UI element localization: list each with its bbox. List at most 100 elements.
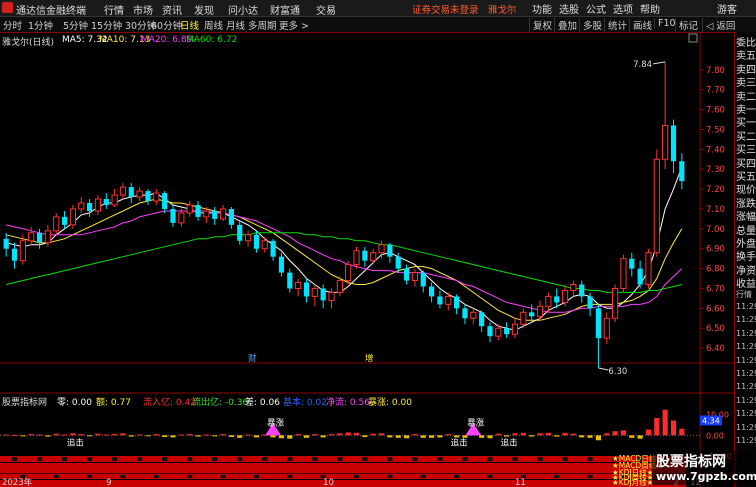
guest-label[interactable]: 游客 bbox=[717, 1, 737, 16]
increase-marker: 增 bbox=[365, 353, 374, 364]
menu-select-stock[interactable]: 选股 bbox=[559, 1, 579, 16]
ma-line-ma5 bbox=[6, 167, 683, 331]
tool-draw-line[interactable]: 画线 bbox=[629, 18, 652, 32]
stock-name-title: 雅戈尔 bbox=[488, 5, 517, 16]
signal-strip bbox=[0, 456, 686, 462]
candle-body bbox=[178, 212, 185, 224]
menu-function[interactable]: 功能 bbox=[532, 1, 552, 16]
tool-overlay[interactable]: 叠加 bbox=[554, 18, 577, 32]
side-panel-label: 11:29 bbox=[736, 369, 756, 378]
tool-stats[interactable]: 统计 bbox=[604, 18, 627, 32]
candle-body bbox=[86, 203, 93, 211]
candle-body bbox=[370, 252, 377, 262]
chaser-label-2: 追击 bbox=[451, 437, 468, 448]
period-5min[interactable]: 5分钟 bbox=[63, 18, 88, 32]
candle-body bbox=[111, 194, 118, 206]
menu-options[interactable]: 选项 bbox=[613, 1, 633, 16]
period-more[interactable]: 更多 > bbox=[279, 18, 309, 32]
signal-gap bbox=[362, 457, 368, 461]
flow-bar bbox=[45, 435, 51, 437]
period-1min[interactable]: 1分钟 bbox=[28, 18, 53, 32]
flow-bar bbox=[3, 434, 9, 436]
menu-trade[interactable]: 交易 bbox=[316, 2, 336, 17]
flow-bar bbox=[437, 435, 443, 438]
indicator-diff: 差: 0.06 bbox=[245, 398, 280, 408]
period-monthly[interactable]: 月线 bbox=[226, 18, 245, 32]
candle-body bbox=[462, 308, 468, 319]
candle-body bbox=[479, 312, 485, 327]
candle-body bbox=[136, 190, 143, 198]
app-name: 通达信金融终端 bbox=[16, 6, 86, 17]
menu-news[interactable]: 资讯 bbox=[162, 2, 182, 17]
signal-gap bbox=[287, 475, 293, 478]
candle-body bbox=[303, 282, 310, 297]
tool-restore-right[interactable]: 复权 bbox=[529, 18, 552, 32]
flow-bar bbox=[137, 434, 143, 436]
candle-body bbox=[170, 208, 176, 223]
candle-body bbox=[162, 193, 168, 209]
menu-ask[interactable]: 问小达 bbox=[228, 2, 258, 17]
menu-market[interactable]: 市场 bbox=[133, 2, 153, 17]
menu-discover[interactable]: 发现 bbox=[194, 2, 214, 17]
tool-f10[interactable]: F10 bbox=[654, 18, 676, 29]
candle-body bbox=[529, 312, 535, 317]
period-daily[interactable]: 日线 bbox=[180, 18, 199, 32]
flow-bar bbox=[370, 433, 376, 436]
signal-gap bbox=[86, 475, 93, 478]
candle-body bbox=[128, 187, 134, 198]
login-warning[interactable]: 证券交易未登录 bbox=[412, 2, 479, 16]
candle-body bbox=[411, 272, 418, 282]
price-tick-label: 7.50 bbox=[706, 125, 725, 135]
flow-bar bbox=[570, 433, 576, 436]
flow-bar bbox=[145, 435, 151, 437]
candle-body bbox=[69, 208, 76, 226]
period-timeshare[interactable]: 分时 bbox=[3, 18, 22, 32]
candle-body bbox=[353, 250, 360, 266]
candle-body bbox=[53, 216, 60, 232]
flow-bar bbox=[212, 435, 218, 437]
flow-bar bbox=[345, 432, 351, 436]
flow-bar bbox=[487, 435, 493, 439]
flow-bar bbox=[11, 434, 18, 436]
menu-quotes[interactable]: 行情 bbox=[104, 2, 124, 17]
signal-gap bbox=[53, 475, 59, 478]
candle-body bbox=[620, 258, 627, 289]
candle-body bbox=[212, 210, 218, 219]
tool-multi-stock[interactable]: 多股 bbox=[579, 18, 602, 32]
finance-marker: 财 bbox=[248, 353, 257, 364]
candle-body bbox=[378, 244, 385, 254]
low-pointer bbox=[598, 367, 609, 371]
candle-body bbox=[570, 283, 577, 291]
indicator-name[interactable]: 股票指标网 bbox=[2, 395, 47, 408]
side-panel-label: 11:29 bbox=[736, 302, 756, 311]
ma-line-ma10 bbox=[6, 198, 683, 321]
signal-gap bbox=[387, 475, 393, 478]
candle-body bbox=[278, 256, 285, 273]
flow-bar bbox=[604, 433, 610, 436]
menu-wealth[interactable]: 财富通 bbox=[270, 2, 300, 17]
candle-body bbox=[186, 204, 193, 214]
tool-mark[interactable]: 标记 bbox=[675, 18, 698, 32]
candle-body bbox=[362, 250, 368, 261]
period-multi[interactable]: 多周期 bbox=[248, 18, 277, 32]
menu-help[interactable]: 帮助 bbox=[640, 1, 660, 16]
flow-bar bbox=[420, 435, 426, 438]
period-15min[interactable]: 15分钟 bbox=[91, 18, 122, 32]
period-60min[interactable]: 60分钟 bbox=[151, 18, 182, 32]
signal-strips bbox=[0, 456, 686, 487]
period-weekly[interactable]: 周线 bbox=[204, 18, 223, 32]
candle-body bbox=[595, 308, 602, 339]
kline-chart[interactable]: 6.40 6.50 6.60 6.70 6.80 6.90 7.00 7.10 7.20 7.30… bbox=[0, 32, 734, 487]
flow-bar bbox=[620, 430, 627, 436]
candle-body bbox=[487, 326, 493, 337]
tool-back[interactable]: ◁ 返回 bbox=[702, 18, 735, 32]
menu-formula[interactable]: 公式 bbox=[586, 1, 606, 16]
indicator-surge: 暴涨: 0.00 bbox=[368, 398, 412, 408]
signal-gap bbox=[420, 475, 426, 478]
signal-gap bbox=[162, 457, 168, 461]
watermark-url: www.7gpzb.com bbox=[656, 470, 756, 483]
flow-bar bbox=[554, 435, 560, 437]
flow-bar bbox=[228, 435, 234, 437]
candlestick-series[interactable] bbox=[3, 61, 685, 368]
signal-gap bbox=[187, 457, 193, 461]
